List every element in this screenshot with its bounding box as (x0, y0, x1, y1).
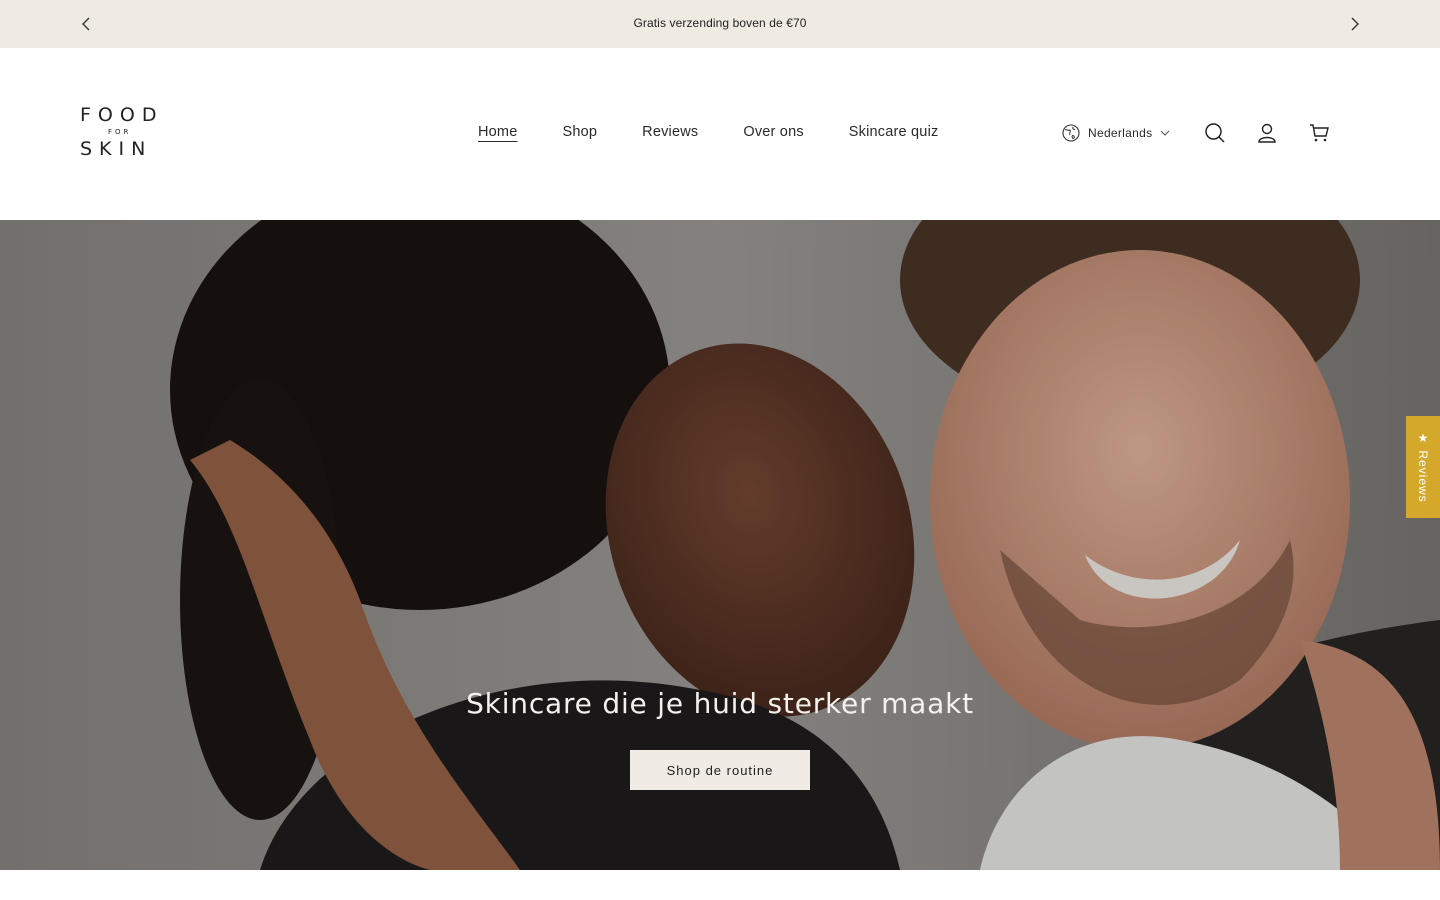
announcement-bar: Gratis verzending boven de €70 (0, 0, 1440, 48)
announcement-next-button[interactable] (1343, 12, 1367, 36)
cart-icon (1310, 124, 1329, 142)
language-label: Nederlands (1088, 126, 1153, 140)
language-selector[interactable]: Nederlands (1062, 124, 1170, 142)
hero-banner: Skincare die je huid sterker maakt Shop … (0, 220, 1440, 870)
chevron-down-icon (1160, 130, 1170, 136)
site-header: FOOD FOR SKIN Home Shop Reviews Over ons… (0, 48, 1440, 220)
cart-button[interactable] (1307, 121, 1331, 145)
logo-line-3: SKIN (80, 138, 153, 160)
chevron-right-icon (1351, 17, 1359, 31)
reviews-tab[interactable]: ★ Reviews (1406, 416, 1440, 518)
search-icon (1205, 123, 1225, 143)
globe-icon (1062, 124, 1080, 142)
nav-item-reviews[interactable]: Reviews (642, 124, 698, 140)
nav-item-skincare-quiz[interactable]: Skincare quiz (849, 124, 939, 140)
nav-item-home[interactable]: Home (478, 124, 517, 140)
main-nav: Home Shop Reviews Over ons Skincare quiz (478, 124, 983, 140)
nav-item-shop[interactable]: Shop (562, 124, 597, 140)
reviews-tab-label: ★ Reviews (1416, 431, 1430, 503)
logo-line-2: FOR (108, 128, 132, 136)
announcement-text: Gratis verzending boven de €70 (633, 16, 807, 30)
logo[interactable]: FOOD FOR SKIN (80, 105, 162, 163)
logo-line-1: FOOD (80, 104, 164, 126)
nav-item-over-ons[interactable]: Over ons (743, 124, 803, 140)
page-bottom (0, 870, 1440, 900)
search-button[interactable] (1203, 121, 1227, 145)
account-button[interactable] (1255, 121, 1279, 145)
shop-routine-button[interactable]: Shop de routine (630, 750, 810, 790)
account-icon (1258, 123, 1276, 143)
hero-headline: Skincare die je huid sterker maakt (466, 687, 974, 720)
